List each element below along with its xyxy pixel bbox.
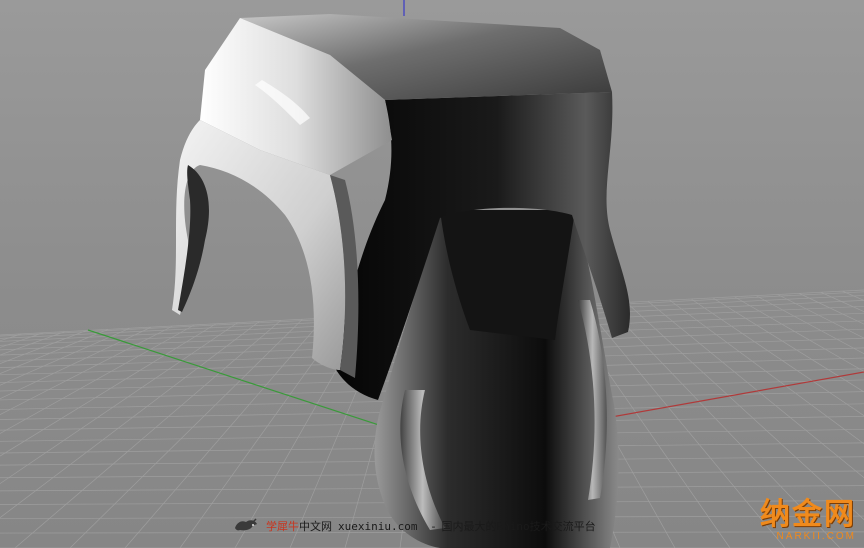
grid-line [0,330,87,365]
grid-line [0,324,195,434]
watermark-bar: 学犀牛 中文网 xuexiniu.com - 国内最大的Rhino技术交流平台 [232,515,596,537]
grid-line [69,319,303,548]
watermark-slogan: 国内最大的Rhino技术交流平台 [441,520,596,533]
grid-line [0,329,109,375]
grid-line [0,325,173,416]
site-logo: 纳金网 NARKII.COM [760,500,856,542]
rendered-model[interactable] [172,14,630,548]
grid-line [0,327,130,386]
watermark-url: xuexiniu.com [338,519,418,533]
grid-line [0,331,65,356]
rendered-scene[interactable] [0,0,864,548]
site-logo-text: 纳金网 [760,497,856,532]
watermark-brand: 学犀牛 [266,520,299,533]
cow-logo-icon [232,516,260,537]
site-logo-subtext: NARKII.COM [776,531,856,542]
grid-line [14,320,282,548]
watermark-separator: - [431,519,436,533]
perspective-viewport[interactable]: 学犀牛 中文网 xuexiniu.com - 国内最大的Rhino技术交流平台 … [0,0,864,548]
grid-line [0,321,260,519]
watermark-brand-suffix: 中文网 [299,520,332,533]
